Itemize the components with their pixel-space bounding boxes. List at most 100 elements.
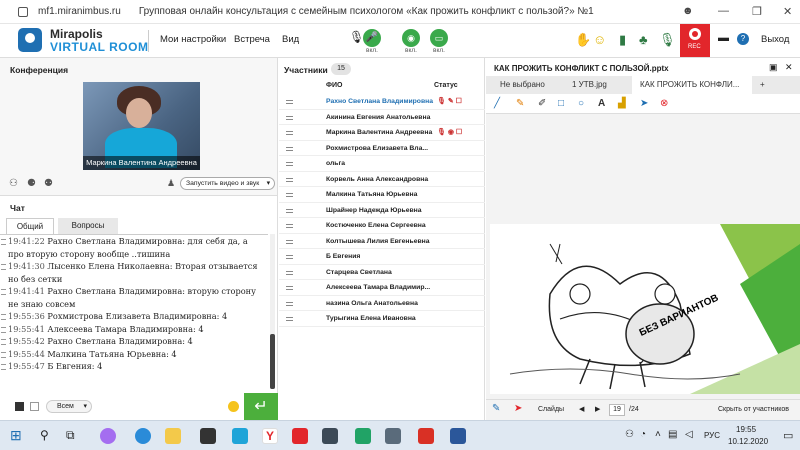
add-tab-button[interactable]: + [756, 76, 772, 94]
notifications-icon[interactable]: ▭ [783, 429, 793, 442]
user-video-icon[interactable]: ⚉ [44, 178, 53, 189]
drag-handle-icon[interactable] [286, 162, 293, 166]
screen-share-icon[interactable]: ▭ [430, 29, 448, 47]
participant-row[interactable]: Костюченко Елена Сергеевна [279, 218, 485, 234]
menu-my-settings[interactable]: Мои настройки [160, 34, 226, 45]
app-icon[interactable] [322, 428, 338, 444]
tab-general[interactable]: Общий [6, 218, 54, 234]
maximize-icon[interactable]: ❐ [752, 5, 762, 18]
participant-row[interactable]: Б Евгения [279, 249, 485, 265]
line-tool-icon[interactable]: ╱ [494, 98, 500, 109]
drag-handle-icon[interactable] [286, 193, 293, 197]
drag-handle-icon[interactable] [286, 100, 293, 104]
menu-view[interactable]: Вид [282, 34, 299, 45]
laser-pointer-icon[interactable]: ➤ [514, 403, 522, 414]
calculator-icon[interactable] [385, 428, 401, 444]
people-icon[interactable]: ⚇ [625, 429, 634, 440]
hide-from-participants-link[interactable]: Скрыть от участников [718, 406, 789, 413]
participant-row[interactable]: Рохмистрова Елизавета Вла... [279, 141, 485, 156]
language-flag-icon[interactable]: ▬ [718, 32, 729, 44]
prev-slide-icon[interactable]: ◀ [579, 405, 584, 413]
scroll-thumb[interactable] [270, 334, 275, 389]
participant-row[interactable]: Колтышева Лилия Евгеньевна [279, 234, 485, 249]
rectangle-tool-icon[interactable]: □ [558, 98, 564, 109]
chevron-up-icon[interactable]: ˄ [655, 429, 661, 440]
alice-icon[interactable] [100, 428, 116, 444]
marker-tool-icon[interactable]: ✐ [538, 98, 546, 109]
tab-presentation[interactable]: КАК ПРОЖИТЬ КОНФЛИ... [632, 76, 752, 94]
language-indicator[interactable]: РУС [704, 431, 720, 440]
edge-icon[interactable] [135, 428, 151, 444]
next-slide-icon[interactable]: ▶ [595, 405, 600, 413]
video-tile[interactable]: Маркина Валентина Андреевна [83, 82, 200, 170]
word-icon[interactable] [450, 428, 466, 444]
participant-row[interactable]: Алексеева Тамара Владимир... [279, 280, 485, 296]
excel-icon[interactable] [355, 428, 371, 444]
url-text[interactable]: mf1.miranimbus.ru [38, 6, 121, 17]
mic-settings-icon[interactable]: 🎙 [659, 32, 676, 48]
task-view-icon[interactable]: ⧉ [66, 428, 75, 443]
record-button[interactable]: REC [680, 24, 710, 57]
participant-row[interactable]: Корвель Анна Александровна [279, 172, 485, 187]
acrobat-icon[interactable] [418, 428, 434, 444]
participant-row[interactable]: Старцева Светлана [279, 265, 485, 280]
slide-canvas[interactable]: БЕЗ ВАРИАНТОВ [490, 224, 800, 394]
close-panel-icon[interactable]: ✕ [785, 62, 793, 73]
slides-label[interactable]: Слайды [538, 406, 564, 413]
drag-handle-icon[interactable] [286, 177, 293, 182]
tab-image[interactable]: 1 УТВ.jpg [564, 76, 628, 94]
drag-handle-icon[interactable] [286, 255, 293, 259]
audience-select[interactable]: Всем ▾ [46, 400, 92, 413]
participant-row[interactable]: Рахно Светлана Владимировна 🎙 ✎ ☐ [279, 94, 485, 110]
drag-handle-icon[interactable] [286, 301, 293, 306]
raise-hand-icon[interactable]: ✋ [575, 32, 591, 48]
explorer-icon[interactable] [165, 428, 181, 444]
pointer-tool-icon[interactable]: ➤ [640, 98, 648, 109]
clear-tool-icon[interactable]: ⊗ [660, 98, 668, 109]
text-color-icon[interactable] [15, 402, 24, 411]
chat-scrollbar[interactable] [270, 234, 275, 389]
tray-icon[interactable]: ◔ [640, 429, 646, 440]
drag-handle-icon[interactable] [286, 115, 293, 120]
participant-row[interactable]: Малкина Татьяна Юрьевна [279, 187, 485, 203]
camera-icon[interactable]: ◉ [402, 29, 420, 47]
menu-meeting[interactable]: Встреча [234, 34, 270, 45]
clock-date[interactable]: 10.12.2020 [728, 437, 768, 446]
drag-handle-icon[interactable] [286, 239, 293, 244]
network-icon[interactable]: ▤ [668, 429, 677, 440]
emoji-icon[interactable]: ☺ [593, 32, 606, 47]
drag-handle-icon[interactable] [286, 317, 293, 321]
highlighter-tool-icon[interactable]: ▟ [618, 98, 626, 109]
drag-handle-icon[interactable] [286, 224, 293, 228]
participant-row[interactable]: Турыгина Елена Ивановна [279, 311, 485, 327]
tab-questions[interactable]: Вопросы [58, 218, 118, 234]
circle-tool-icon[interactable]: ○ [578, 98, 584, 109]
l-app-icon[interactable] [232, 428, 248, 444]
store-icon[interactable] [200, 428, 216, 444]
exit-button[interactable]: Выход [761, 34, 789, 45]
minimize-icon[interactable]: — [718, 5, 729, 17]
user-mic-icon[interactable]: ⚈ [27, 178, 36, 189]
drag-handle-icon[interactable] [286, 131, 293, 135]
participant-row[interactable]: ольга [279, 156, 485, 172]
draw-mode-icon[interactable]: ✎ [492, 403, 500, 414]
users-icon[interactable]: ⚇ [9, 178, 18, 189]
search-icon[interactable]: ⚲ [40, 428, 49, 442]
close-icon[interactable]: ✕ [783, 5, 792, 18]
participant-row[interactable]: назина Ольга Анатольевна [279, 296, 485, 311]
participant-row[interactable]: Шрайнер Надежда Юрьевна [279, 203, 485, 218]
participant-row[interactable]: Маркина Валентина Андреевна 🎙 ◉ ☐ [279, 125, 485, 141]
yandex-browser-icon[interactable]: Y [262, 428, 278, 444]
windows-start-icon[interactable]: ⊞ [10, 427, 22, 444]
bg-color-icon[interactable] [30, 402, 39, 411]
drag-handle-icon[interactable] [286, 146, 293, 151]
profile-icon[interactable]: ☻ [682, 5, 694, 17]
start-video-dropdown[interactable]: Запустить видео и звук ▾ [180, 177, 275, 190]
window-restore-icon[interactable]: ▣ [769, 62, 778, 73]
drag-handle-icon[interactable] [286, 270, 293, 275]
clock-time[interactable]: 19:55 [736, 425, 756, 434]
mic-mini-icon[interactable]: 🎙 [349, 30, 364, 44]
org-icon[interactable]: ♣ [639, 32, 648, 47]
pencil-tool-icon[interactable]: ✎ [516, 98, 524, 109]
stats-icon[interactable]: ▮ [619, 32, 626, 48]
